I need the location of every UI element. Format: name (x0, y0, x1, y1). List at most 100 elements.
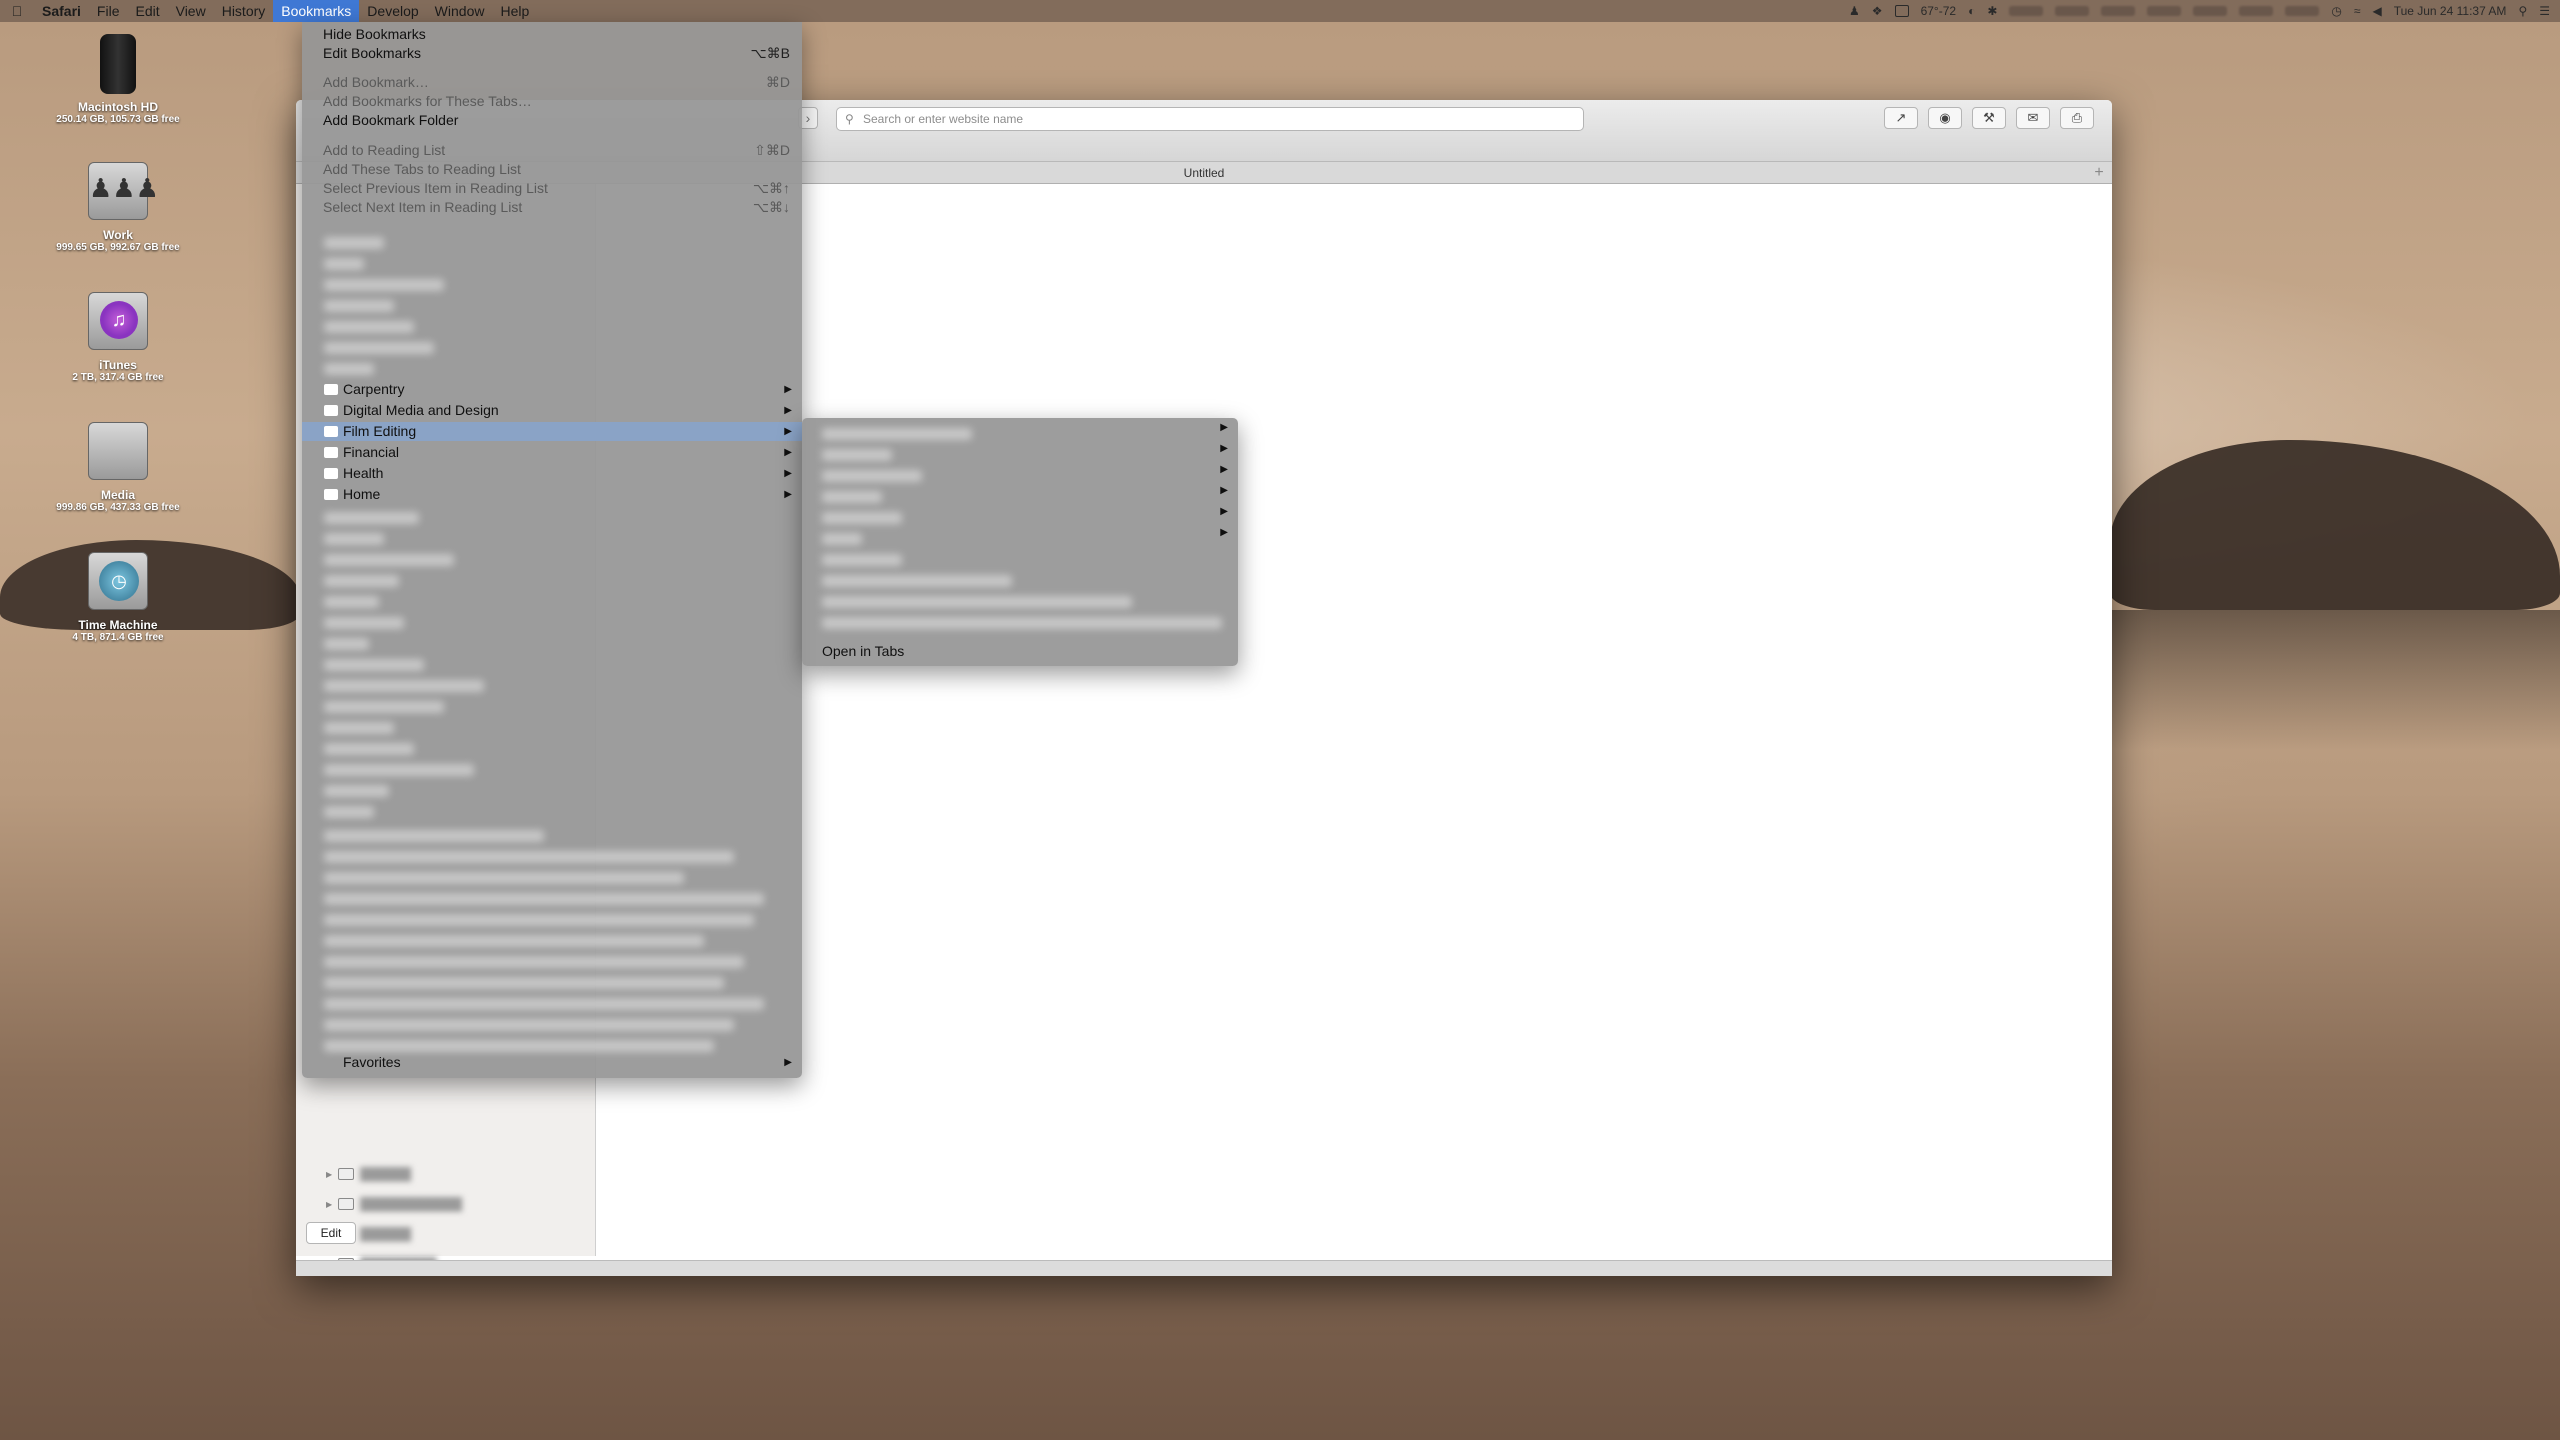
new-tab-button[interactable]: + (2090, 164, 2108, 182)
blurred-submenu-item[interactable] (822, 575, 1012, 587)
blurred-menu-item[interactable] (324, 321, 414, 333)
menu-window[interactable]: Window (427, 0, 493, 22)
menu-folder-health[interactable]: Health ▶ (302, 464, 802, 483)
print-button[interactable]: ⎙ (2060, 107, 2094, 129)
menu-develop[interactable]: Develop (359, 0, 426, 22)
blurred-menu-folder[interactable] (324, 806, 374, 818)
blurred-menu-item[interactable] (324, 363, 374, 375)
blurred-bookmark-link[interactable] (324, 914, 754, 926)
desktop-icon-time-machine[interactable]: ◷ Time Machine 4 TB, 871.4 GB free (38, 552, 198, 643)
menu-folder-carpentry[interactable]: Carpentry ▶ (302, 380, 802, 399)
tray-item-blurred[interactable] (2009, 6, 2044, 16)
sidebar-edit-button[interactable]: Edit (306, 1222, 356, 1244)
menu-help[interactable]: Help (492, 0, 537, 22)
blurred-menu-folder[interactable] (324, 659, 424, 671)
menu-item-edit-bookmarks[interactable]: Edit Bookmarks ⌥⌘B (302, 44, 802, 63)
share-button[interactable]: ↗ (1884, 107, 1918, 129)
blurred-bookmark-link[interactable] (324, 893, 764, 905)
menu-item-favorites[interactable]: Favorites ▶ (302, 1053, 802, 1072)
sidebar-folder[interactable]: ▶ ████████████ (326, 1190, 462, 1218)
menu-history[interactable]: History (214, 0, 274, 22)
airplay-icon[interactable] (1894, 5, 1909, 17)
blurred-menu-folder[interactable] (324, 680, 484, 692)
blurred-menu-folder[interactable] (324, 533, 384, 545)
blurred-menu-item[interactable] (324, 258, 364, 270)
blurred-menu-item[interactable] (324, 237, 384, 249)
bluetooth-icon[interactable]: ✱ (1987, 4, 1997, 18)
menu-edit[interactable]: Edit (127, 0, 167, 22)
blurred-bookmark-link[interactable] (324, 872, 684, 884)
blurred-menu-folder[interactable] (324, 512, 419, 524)
blurred-bookmark-link[interactable] (324, 935, 704, 947)
blurred-bookmark-link[interactable] (324, 956, 744, 968)
tools-button[interactable]: ⚒ (1972, 107, 2006, 129)
toggle-icon[interactable]: ◐ (1968, 4, 1975, 18)
menu-folder-digital-media[interactable]: Digital Media and Design ▶ (302, 401, 802, 420)
menu-app-safari[interactable]: Safari (34, 0, 89, 22)
blurred-submenu-item[interactable] (822, 617, 1222, 629)
desktop-icon-itunes[interactable]: ♫ iTunes 2 TB, 317.4 GB free (38, 292, 198, 383)
blurred-bookmark-link[interactable] (324, 830, 544, 842)
blurred-menu-folder[interactable] (324, 596, 379, 608)
blurred-menu-folder[interactable] (324, 743, 414, 755)
sidebar-folder[interactable]: ▶██████ (326, 1160, 411, 1188)
blurred-menu-folder[interactable] (324, 722, 394, 734)
blurred-menu-folder[interactable] (324, 764, 474, 776)
blurred-menu-folder[interactable] (324, 785, 389, 797)
menu-file[interactable]: File (89, 0, 128, 22)
menu-folder-home[interactable]: Home ▶ (302, 485, 802, 504)
menu-folder-film-editing[interactable]: Film Editing ▶ (302, 422, 802, 441)
blurred-menu-folder[interactable] (324, 701, 444, 713)
blurred-submenu-item[interactable] (822, 533, 862, 545)
tray-item-blurred[interactable] (2239, 6, 2274, 16)
menu-folder-financial[interactable]: Financial ▶ (302, 443, 802, 462)
time-machine-icon[interactable]: ◷ (2331, 4, 2341, 18)
disclosure-triangle-icon[interactable]: ▶ (326, 1200, 332, 1209)
blurred-bookmark-link[interactable] (324, 1019, 734, 1031)
blurred-menu-item[interactable] (324, 279, 444, 291)
blurred-submenu-item[interactable] (822, 449, 892, 461)
tray-item-blurred[interactable] (2193, 6, 2228, 16)
blurred-menu-folder[interactable] (324, 554, 454, 566)
menu-item-open-in-tabs[interactable]: Open in Tabs (802, 642, 1238, 661)
blurred-menu-folder[interactable] (324, 638, 369, 650)
desktop-icon-macintosh-hd[interactable]: Macintosh HD 250.14 GB, 105.73 GB free (38, 34, 198, 125)
blurred-submenu-item[interactable] (822, 554, 902, 566)
blurred-submenu-item[interactable] (822, 596, 1132, 608)
disclosure-triangle-icon[interactable]: ▶ (326, 1170, 332, 1179)
blurred-menu-item[interactable] (324, 300, 394, 312)
notification-center-icon[interactable]: ☰ (2539, 4, 2550, 18)
tray-item-blurred[interactable] (2055, 6, 2090, 16)
menubar-clock[interactable]: Tue Jun 24 11:37 AM (2394, 4, 2507, 18)
desktop-icon-media[interactable]: Media 999.86 GB, 437.33 GB free (38, 422, 198, 513)
blurred-submenu-item[interactable] (822, 512, 902, 524)
spotlight-icon[interactable]: ⚲ (2518, 4, 2527, 18)
dropbox-icon[interactable]: ❖ (1872, 4, 1883, 18)
blurred-submenu-item[interactable] (822, 470, 922, 482)
blurred-bookmark-link[interactable] (324, 998, 764, 1010)
blurred-bookmark-link[interactable] (324, 977, 724, 989)
menu-item-add-bookmark-folder[interactable]: Add Bookmark Folder (302, 111, 802, 130)
tray-item-blurred[interactable] (2285, 6, 2320, 16)
blurred-menu-folder[interactable] (324, 575, 399, 587)
blurred-menu-item[interactable] (324, 342, 434, 354)
tray-item-blurred[interactable] (2101, 6, 2136, 16)
desktop-icon-work[interactable]: ♟♟♟ Work 999.65 GB, 992.67 GB free (38, 162, 198, 253)
menu-bookmarks[interactable]: Bookmarks (273, 0, 360, 22)
mail-button[interactable]: ✉ (2016, 107, 2050, 129)
apple-icon[interactable]:  (0, 3, 34, 19)
user-icon[interactable]: ♟ (1849, 4, 1860, 18)
extension-button[interactable]: ◉ (1928, 107, 1962, 129)
blurred-submenu-item[interactable] (822, 428, 972, 440)
blurred-menu-folder[interactable] (324, 617, 404, 629)
wifi-icon[interactable]: ≈ (2354, 4, 2361, 18)
temperature-readout[interactable]: 67°-72 (1921, 4, 1957, 18)
blurred-submenu-item[interactable] (822, 491, 882, 503)
address-bar[interactable]: ⚲ Search or enter website name (836, 107, 1584, 131)
menu-item-hide-bookmarks[interactable]: Hide Bookmarks (302, 25, 802, 44)
blurred-bookmark-link[interactable] (324, 1040, 714, 1052)
menu-view[interactable]: View (168, 0, 214, 22)
tray-item-blurred[interactable] (2147, 6, 2182, 16)
blurred-bookmark-link[interactable] (324, 851, 734, 863)
volume-icon[interactable]: ◀ (2372, 4, 2381, 18)
